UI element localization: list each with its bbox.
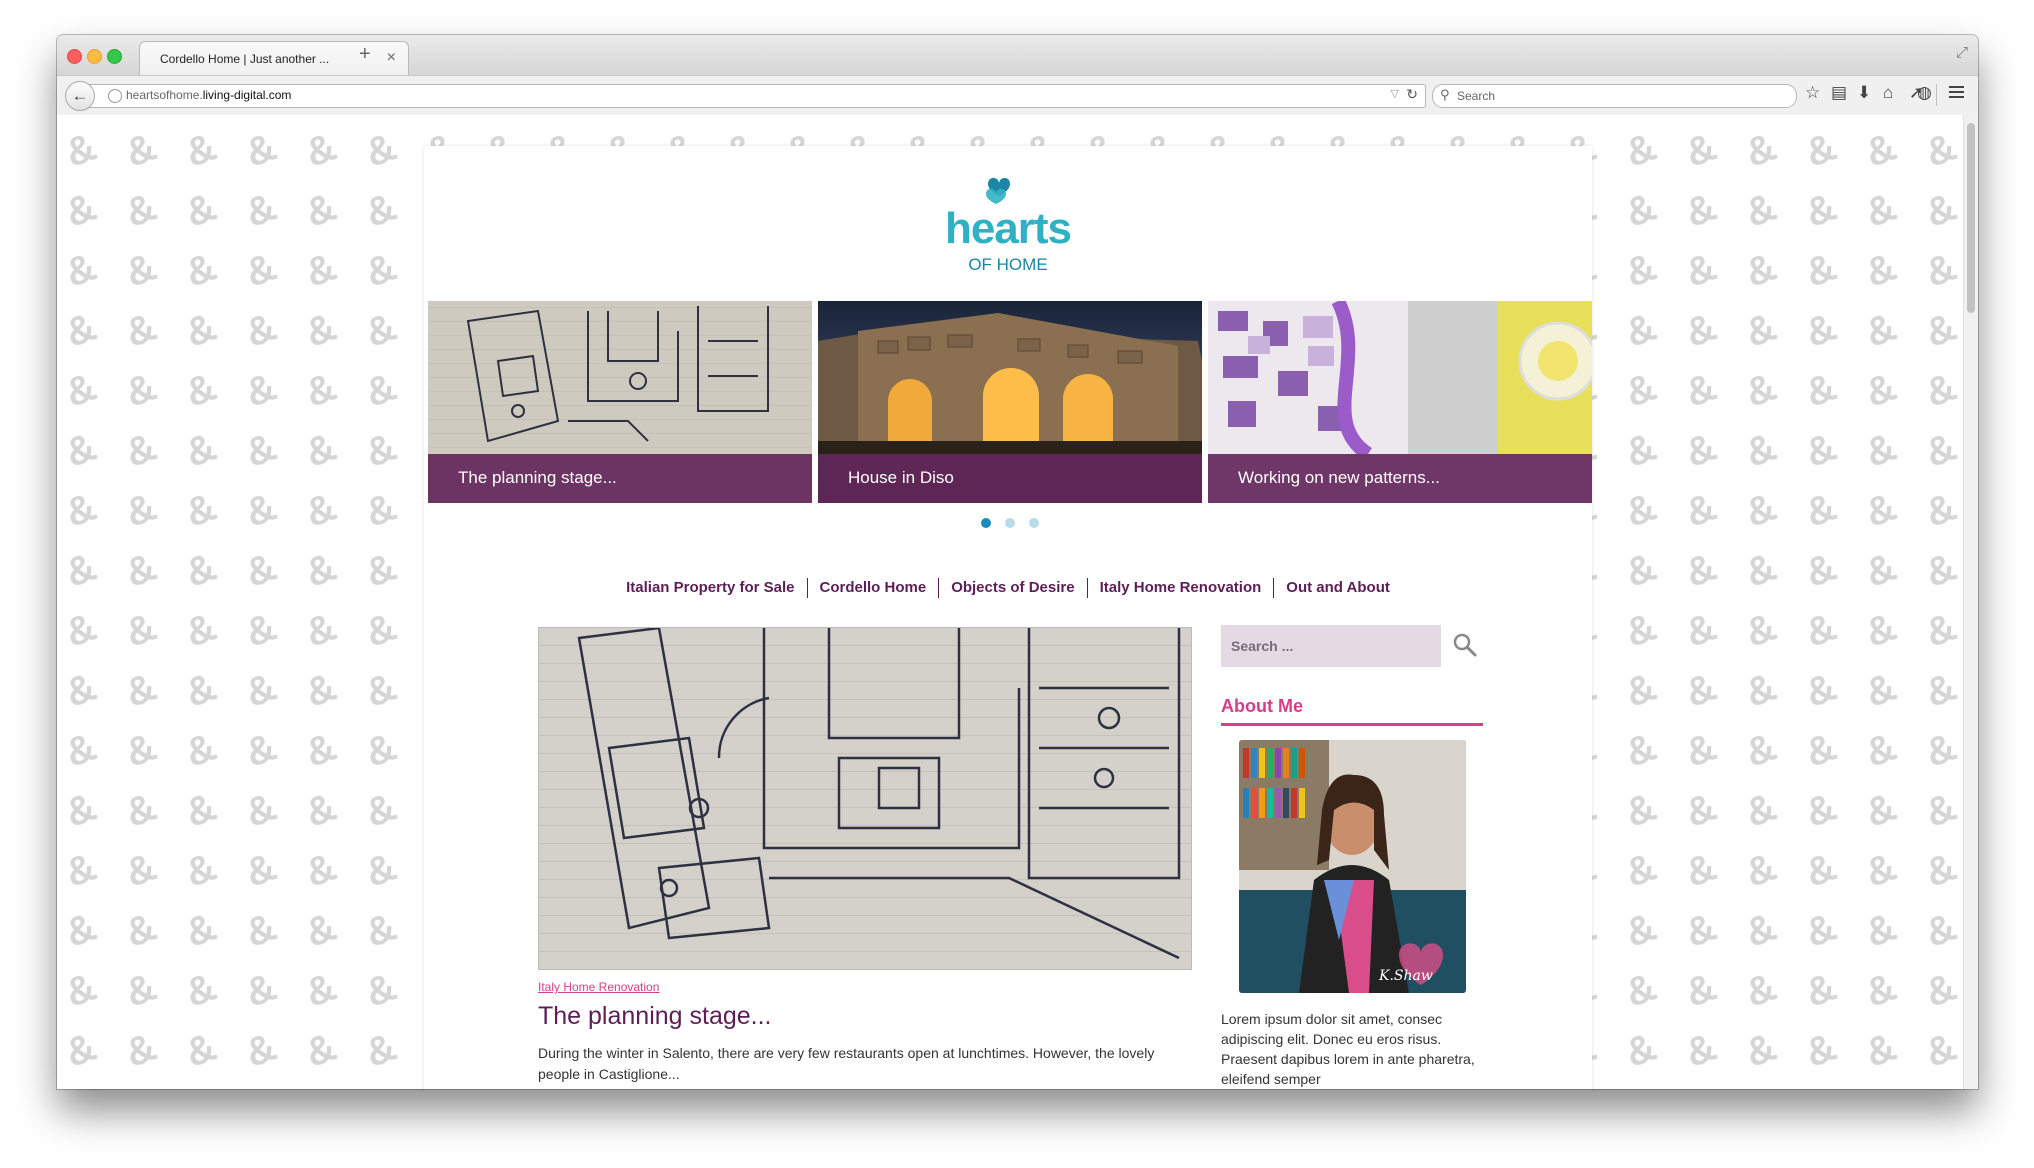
slide-caption-text: The planning stage... [458, 468, 617, 487]
close-window-button[interactable] [67, 49, 82, 64]
reload-icon[interactable]: ↻ [1406, 86, 1418, 103]
url-text: heartsofhome.living-digital.com [126, 88, 292, 102]
post-title[interactable]: The planning stage... [538, 1002, 772, 1031]
nav-item-out-and-about[interactable]: Out and About [1273, 578, 1402, 598]
back-button[interactable]: ← [65, 81, 95, 111]
author-portrait-image: K.Shaw [1239, 740, 1466, 993]
floorplan-sketch-image [577, 626, 1181, 960]
slide-caption-text: Working on new patterns... [1238, 468, 1440, 487]
search-icon[interactable] [1452, 632, 1478, 658]
zoom-window-button[interactable] [107, 49, 122, 64]
scrollbar-thumb[interactable] [1967, 123, 1975, 313]
hamburger-menu-icon[interactable] [1949, 86, 1964, 101]
fullscreen-icon[interactable]: ⤢ [1956, 44, 1968, 61]
main-navigation: Italian Property for Sale Cordello Home Ob… [424, 578, 1592, 598]
site-logo-subtitle[interactable]: OF HOME [424, 255, 1592, 275]
signature-text: K.Shaw [1378, 968, 1433, 984]
slide-patterns[interactable]: Working on new patterns... [1208, 301, 1592, 503]
search-icon: ⚲ [1440, 87, 1450, 102]
slide-caption-text: House in Diso [848, 468, 954, 487]
about-me-heading: About Me [1221, 696, 1483, 726]
author-photo: K.Shaw [1239, 740, 1466, 993]
navigation-toolbar: heartsofhome.living-digital.com ▽ ↻ ← ⚲ … [57, 75, 1978, 117]
tab-bar: Cordello Home | Just another ... × + ⤢ [57, 35, 1978, 76]
bookmark-star-icon[interactable]: ☆ [1805, 83, 1820, 103]
page-viewport: hearts OF HOME The planning stage... Hou… [57, 115, 1978, 1089]
stone-house-image [818, 313, 1202, 454]
slider-pagination [981, 515, 1053, 533]
nav-item-objects-of-desire[interactable]: Objects of Desire [938, 578, 1086, 598]
site-info-icon[interactable] [108, 89, 122, 103]
nav-item-cordello-home[interactable]: Cordello Home [806, 578, 939, 598]
slider-dot-3[interactable] [1029, 518, 1039, 528]
reading-list-icon[interactable]: ▤ [1831, 83, 1847, 103]
post-excerpt: During the winter in Salento, there are … [538, 1045, 1155, 1082]
nav-item-italy-home-renovation[interactable]: Italy Home Renovation [1086, 578, 1274, 598]
post-featured-image[interactable] [538, 626, 1192, 970]
tab-close-icon[interactable]: × [387, 49, 396, 67]
vertical-scrollbar[interactable] [1963, 115, 1978, 1089]
minimize-window-button[interactable] [87, 49, 102, 64]
pattern-fabric-image [1208, 301, 1592, 460]
downloads-icon[interactable]: ⬇ [1857, 83, 1871, 103]
site-logo-title[interactable]: hearts [424, 204, 1592, 254]
slide-planning[interactable]: The planning stage... [428, 301, 812, 503]
slide-house[interactable]: House in Diso [818, 301, 1202, 503]
browser-window: Cordello Home | Just another ... × + ⤢ h… [57, 35, 1978, 1089]
home-icon[interactable]: ⌂ [1883, 83, 1893, 103]
toolbar-divider [1936, 84, 1937, 106]
address-bar[interactable]: heartsofhome.living-digital.com ▽ ↻ [83, 84, 1426, 108]
hearts-logo-icon[interactable] [982, 172, 1016, 206]
slide-caption: House in Diso [818, 454, 1202, 503]
slide-caption: The planning stage... [428, 454, 812, 503]
post-category-link[interactable]: Italy Home Renovation [538, 980, 659, 994]
slide-caption: Working on new patterns... [1208, 454, 1592, 503]
sidebar-search-input[interactable] [1221, 625, 1441, 667]
slider-dot-1[interactable] [981, 518, 991, 528]
nav-item-italian-property[interactable]: Italian Property for Sale [614, 578, 806, 598]
browser-search-placeholder: Search [1457, 89, 1496, 103]
about-me-text: Lorem ipsum dolor sit amet, consec adipi… [1221, 1011, 1475, 1087]
tab-title: Cordello Home | Just another ... [160, 52, 330, 66]
slider-dot-2[interactable] [1005, 518, 1015, 528]
browser-search-field[interactable]: ⚲ Search [1432, 84, 1797, 108]
site-container: hearts OF HOME The planning stage... Hou… [424, 146, 1592, 1089]
url-history-dropdown-icon[interactable]: ▽ [1391, 87, 1399, 100]
chat-icon[interactable]: ◍ [1917, 83, 1932, 103]
sketch-floorplan-image [466, 306, 769, 443]
new-tab-button[interactable]: + [359, 43, 371, 66]
